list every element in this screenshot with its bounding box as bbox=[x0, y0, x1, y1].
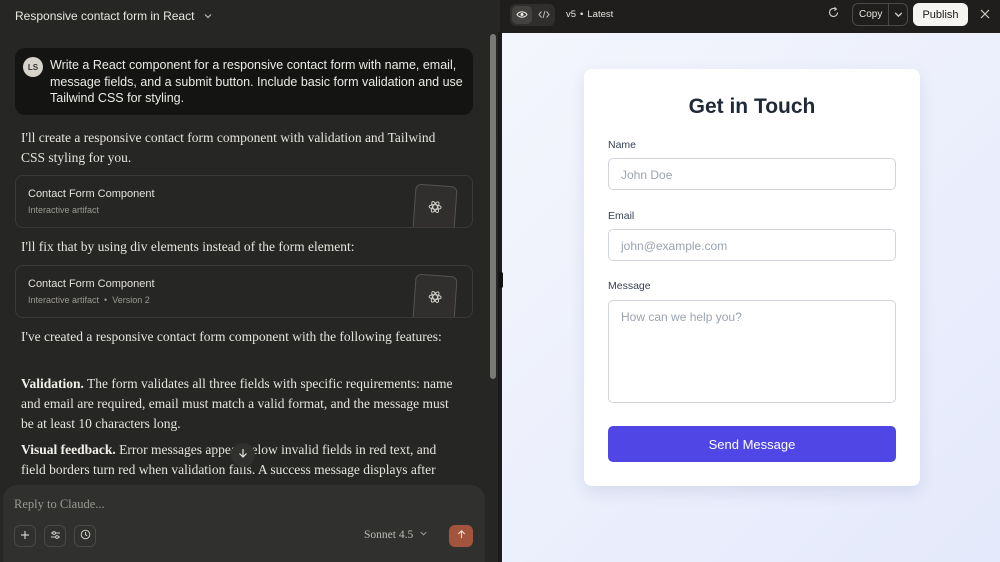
reply-input[interactable]: Reply to Claude... bbox=[14, 497, 105, 512]
separator-dot: • bbox=[104, 295, 108, 305]
code-icon bbox=[537, 6, 550, 24]
copy-button-group: Copy bbox=[852, 3, 908, 26]
email-input[interactable]: john@example.com bbox=[608, 229, 896, 261]
tools-button[interactable] bbox=[44, 525, 66, 547]
artifact-subtitle: Interactive artifact • Version 2 bbox=[28, 295, 150, 305]
artifact-title: Contact Form Component bbox=[28, 278, 155, 290]
preview-tab[interactable] bbox=[512, 6, 532, 24]
validation-heading: Validation. bbox=[21, 376, 84, 391]
chevron-down-icon[interactable] bbox=[893, 9, 904, 20]
artifact-preview: Get in Touch Name John Doe Email john@ex… bbox=[502, 33, 1000, 562]
message-textarea[interactable]: How can we help you? bbox=[608, 300, 896, 403]
message-label: Message bbox=[608, 280, 651, 292]
composer: Reply to Claude... Sonnet 4.5 bbox=[3, 485, 485, 562]
reply-fix: I'll fix that by using div elements inst… bbox=[21, 239, 355, 254]
model-label: Sonnet 4.5 bbox=[364, 529, 414, 541]
refresh-icon bbox=[827, 6, 840, 24]
artifact-card-2[interactable]: Contact Form Component Interactive artif… bbox=[15, 265, 473, 318]
name-label: Name bbox=[608, 139, 637, 151]
version-status: Latest bbox=[587, 9, 614, 20]
features-intro: I've created a responsive contact form c… bbox=[21, 329, 442, 344]
add-attachment-button[interactable] bbox=[14, 525, 36, 547]
avatar: LS bbox=[23, 57, 43, 77]
artifact-version: Version 2 bbox=[112, 295, 150, 305]
artifact-thumbnail bbox=[412, 273, 458, 317]
validation-paragraph: Validation. The form validates all three… bbox=[21, 374, 461, 434]
artifact-card-1[interactable]: Contact Form Component Interactive artif… bbox=[15, 175, 473, 228]
artifact-type: Interactive artifact bbox=[28, 295, 100, 305]
copy-divider bbox=[888, 4, 889, 25]
react-icon bbox=[427, 199, 442, 219]
scroll-to-bottom-button[interactable] bbox=[231, 443, 255, 467]
user-message-text: Write a React component for a responsive… bbox=[50, 58, 463, 105]
send-message-button[interactable]: Send Message bbox=[608, 426, 896, 462]
plus-icon bbox=[20, 527, 30, 545]
artifact-subtitle: Interactive artifact bbox=[28, 205, 100, 215]
eye-icon bbox=[516, 6, 528, 24]
model-selector[interactable]: Sonnet 4.5 bbox=[364, 529, 428, 541]
send-button[interactable] bbox=[449, 525, 473, 547]
close-icon[interactable] bbox=[979, 8, 991, 20]
reply-intro: I'll create a responsive contact form co… bbox=[21, 130, 436, 165]
email-label: Email bbox=[608, 210, 635, 222]
history-button[interactable] bbox=[74, 525, 96, 547]
artifact-title: Contact Form Component bbox=[28, 188, 155, 200]
arrow-down-icon bbox=[237, 446, 249, 464]
copy-button[interactable]: Copy bbox=[859, 9, 882, 20]
react-icon bbox=[427, 289, 442, 309]
clock-icon bbox=[80, 527, 91, 545]
arrow-up-icon bbox=[456, 527, 467, 545]
chat-title[interactable]: Responsive contact form in React bbox=[15, 9, 194, 23]
contact-form-card: Get in Touch Name John Doe Email john@ex… bbox=[584, 69, 920, 486]
form-title: Get in Touch bbox=[688, 95, 816, 118]
artifact-thumbnail bbox=[412, 183, 458, 227]
user-message: LS Write a React component for a respons… bbox=[15, 48, 473, 115]
version-label: v5 bbox=[566, 9, 577, 20]
chat-pane: Responsive contact form in React LS Writ… bbox=[0, 0, 500, 562]
view-toggle bbox=[510, 4, 555, 26]
validation-text: The form validates all three fields with… bbox=[21, 376, 453, 431]
publish-button[interactable]: Publish bbox=[913, 3, 968, 26]
chevron-down-icon[interactable] bbox=[203, 11, 213, 21]
chevron-down-icon bbox=[419, 529, 428, 541]
chat-scrollbar[interactable] bbox=[490, 34, 496, 379]
code-tab[interactable] bbox=[534, 6, 553, 24]
version-indicator[interactable]: v5 • Latest bbox=[566, 9, 613, 20]
artifact-toolbar: v5 • Latest Copy Publish bbox=[500, 0, 1000, 32]
chat-header: Responsive contact form in React bbox=[0, 0, 500, 32]
artifact-pane: v5 • Latest Copy Publish Get in Touch Name… bbox=[500, 0, 1000, 562]
refresh-button[interactable] bbox=[825, 6, 841, 24]
separator-dot: • bbox=[580, 9, 584, 20]
visual-heading: Visual feedback. bbox=[21, 442, 116, 457]
sliders-icon bbox=[50, 527, 61, 545]
resize-handle[interactable] bbox=[499, 272, 503, 288]
name-input[interactable]: John Doe bbox=[608, 158, 896, 190]
